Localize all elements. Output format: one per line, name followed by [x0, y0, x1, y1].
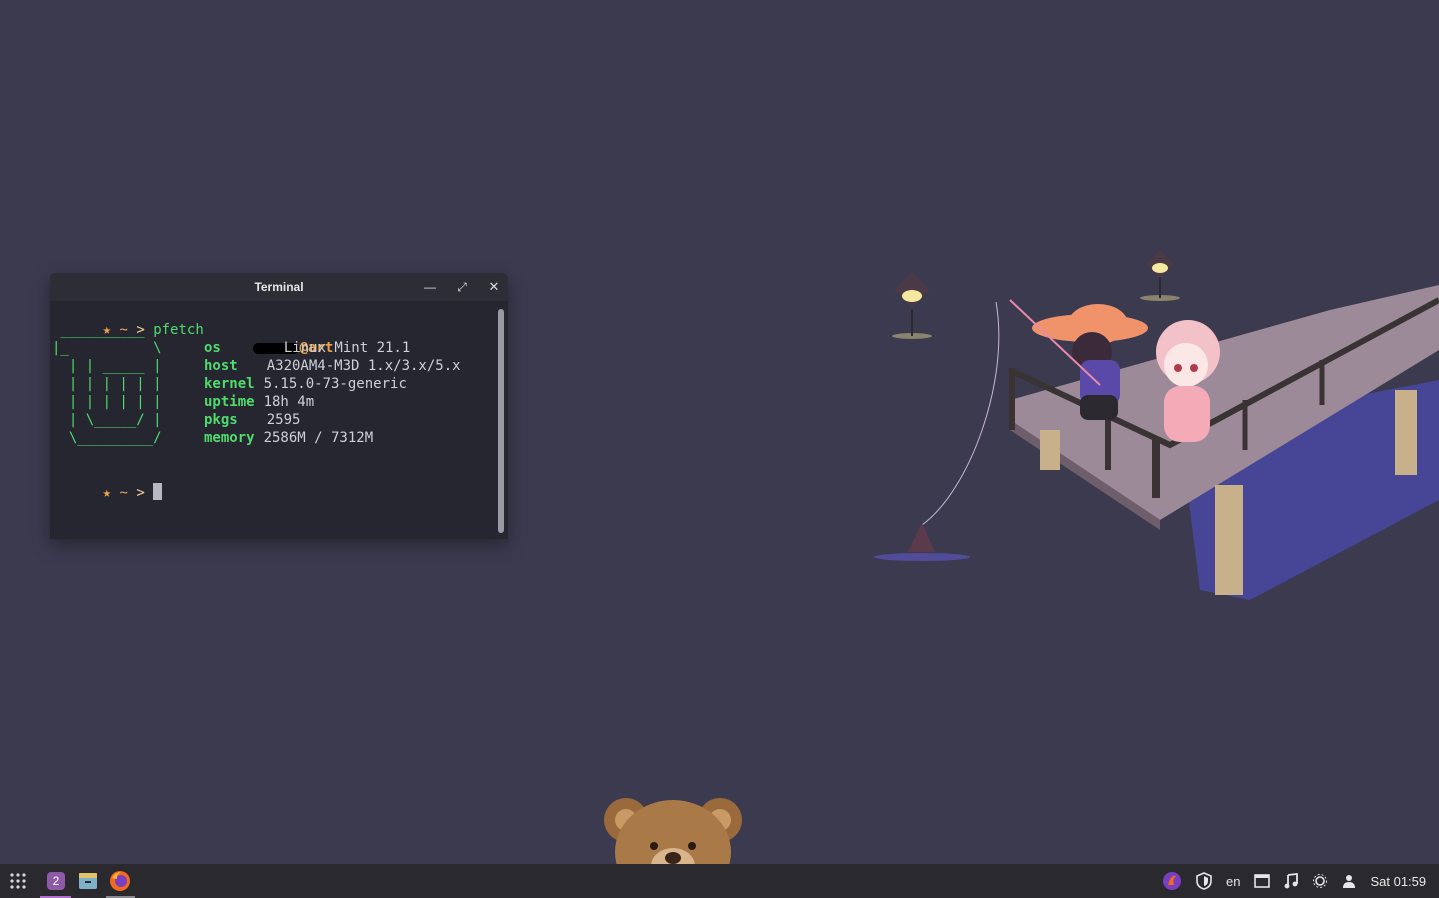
prompt-dir: ~ — [119, 485, 128, 501]
shield-icon[interactable] — [1196, 872, 1212, 890]
info-row-memory: memory 2586M / 7312M — [204, 429, 373, 447]
info-key: host — [204, 358, 238, 374]
terminal-window[interactable]: Terminal — ⤢ ✕ ★ ~ > pfetch __________ |… — [50, 273, 508, 539]
prompt-arrow: > — [136, 485, 145, 501]
music-note-icon[interactable] — [1284, 873, 1299, 889]
logo-line: |_ \ — [52, 340, 162, 356]
brightness-icon[interactable] — [1312, 873, 1328, 889]
system-tray: en Sat 01:59 — [1148, 864, 1426, 898]
logo-line: __________ — [52, 322, 145, 338]
logo-line: | | _____ | — [52, 358, 162, 374]
info-value: Linux Mint 21.1 — [283, 340, 411, 356]
window-list-icon[interactable] — [1254, 874, 1271, 888]
files-app-icon[interactable] — [74, 864, 102, 898]
terminal-titlebar[interactable]: Terminal — ⤢ ✕ — [50, 273, 508, 301]
logo-line: \_________/ — [52, 430, 162, 446]
taskbar: 2 en Sat 01:59 — [0, 864, 1439, 898]
info-key: memory — [204, 430, 255, 446]
lamp-left — [892, 272, 932, 339]
firefox-app-icon[interactable] — [105, 864, 135, 898]
info-row-kernel: kernel 5.15.0-73-generic — [204, 375, 407, 393]
logo-line: | | | | | | — [52, 394, 162, 410]
terminal-scrollbar[interactable] — [498, 309, 504, 533]
close-icon[interactable]: ✕ — [485, 278, 503, 296]
user-icon[interactable] — [1342, 874, 1356, 888]
text-cursor[interactable] — [153, 483, 163, 500]
workspace-switcher[interactable]: 2 — [40, 864, 72, 898]
info-row-pkgs: pkgs 2595 — [204, 411, 300, 429]
minimize-icon[interactable]: — — [421, 278, 439, 296]
info-key: os — [204, 340, 221, 356]
maximize-icon[interactable]: ⤢ — [453, 278, 471, 296]
logo-line: | \_____/ | — [52, 412, 162, 428]
info-key: kernel — [204, 376, 255, 392]
window-title: Terminal — [254, 280, 304, 294]
keyboard-layout[interactable]: en — [1226, 874, 1240, 889]
info-value: A320AM4-M3D 1.x/3.x/5.x — [266, 358, 461, 374]
info-key: uptime — [204, 394, 255, 410]
info-value: 18h 4m — [263, 394, 315, 410]
app-tray-icon[interactable] — [1162, 871, 1182, 891]
app-menu-grid-icon[interactable] — [6, 864, 30, 898]
workspace-number: 2 — [47, 872, 65, 890]
prompt-star: ★ — [102, 485, 112, 501]
command-text: pfetch — [153, 322, 204, 338]
terminal-output[interactable]: ★ ~ > pfetch __________ |_ \ | | _____ |… — [50, 301, 494, 539]
info-key: pkgs — [204, 412, 238, 428]
info-row-uptime: uptime 18h 4m — [204, 393, 314, 411]
info-value: 2586M / 7312M — [263, 430, 374, 446]
info-row-os: os Linux Mint 21.1 — [204, 339, 410, 357]
lamp-right — [1140, 250, 1180, 301]
prompt-line: ★ ~ > — [52, 465, 163, 520]
info-value: 5.15.0-73-generic — [263, 376, 407, 392]
info-row-host: host A320AM4-M3D 1.x/3.x/5.x — [204, 357, 461, 375]
logo-line: | | | | | | — [52, 376, 162, 392]
info-value: 2595 — [266, 412, 301, 428]
clock[interactable]: Sat 01:59 — [1370, 874, 1426, 889]
wallpaper-pier-illustration — [874, 250, 1439, 600]
